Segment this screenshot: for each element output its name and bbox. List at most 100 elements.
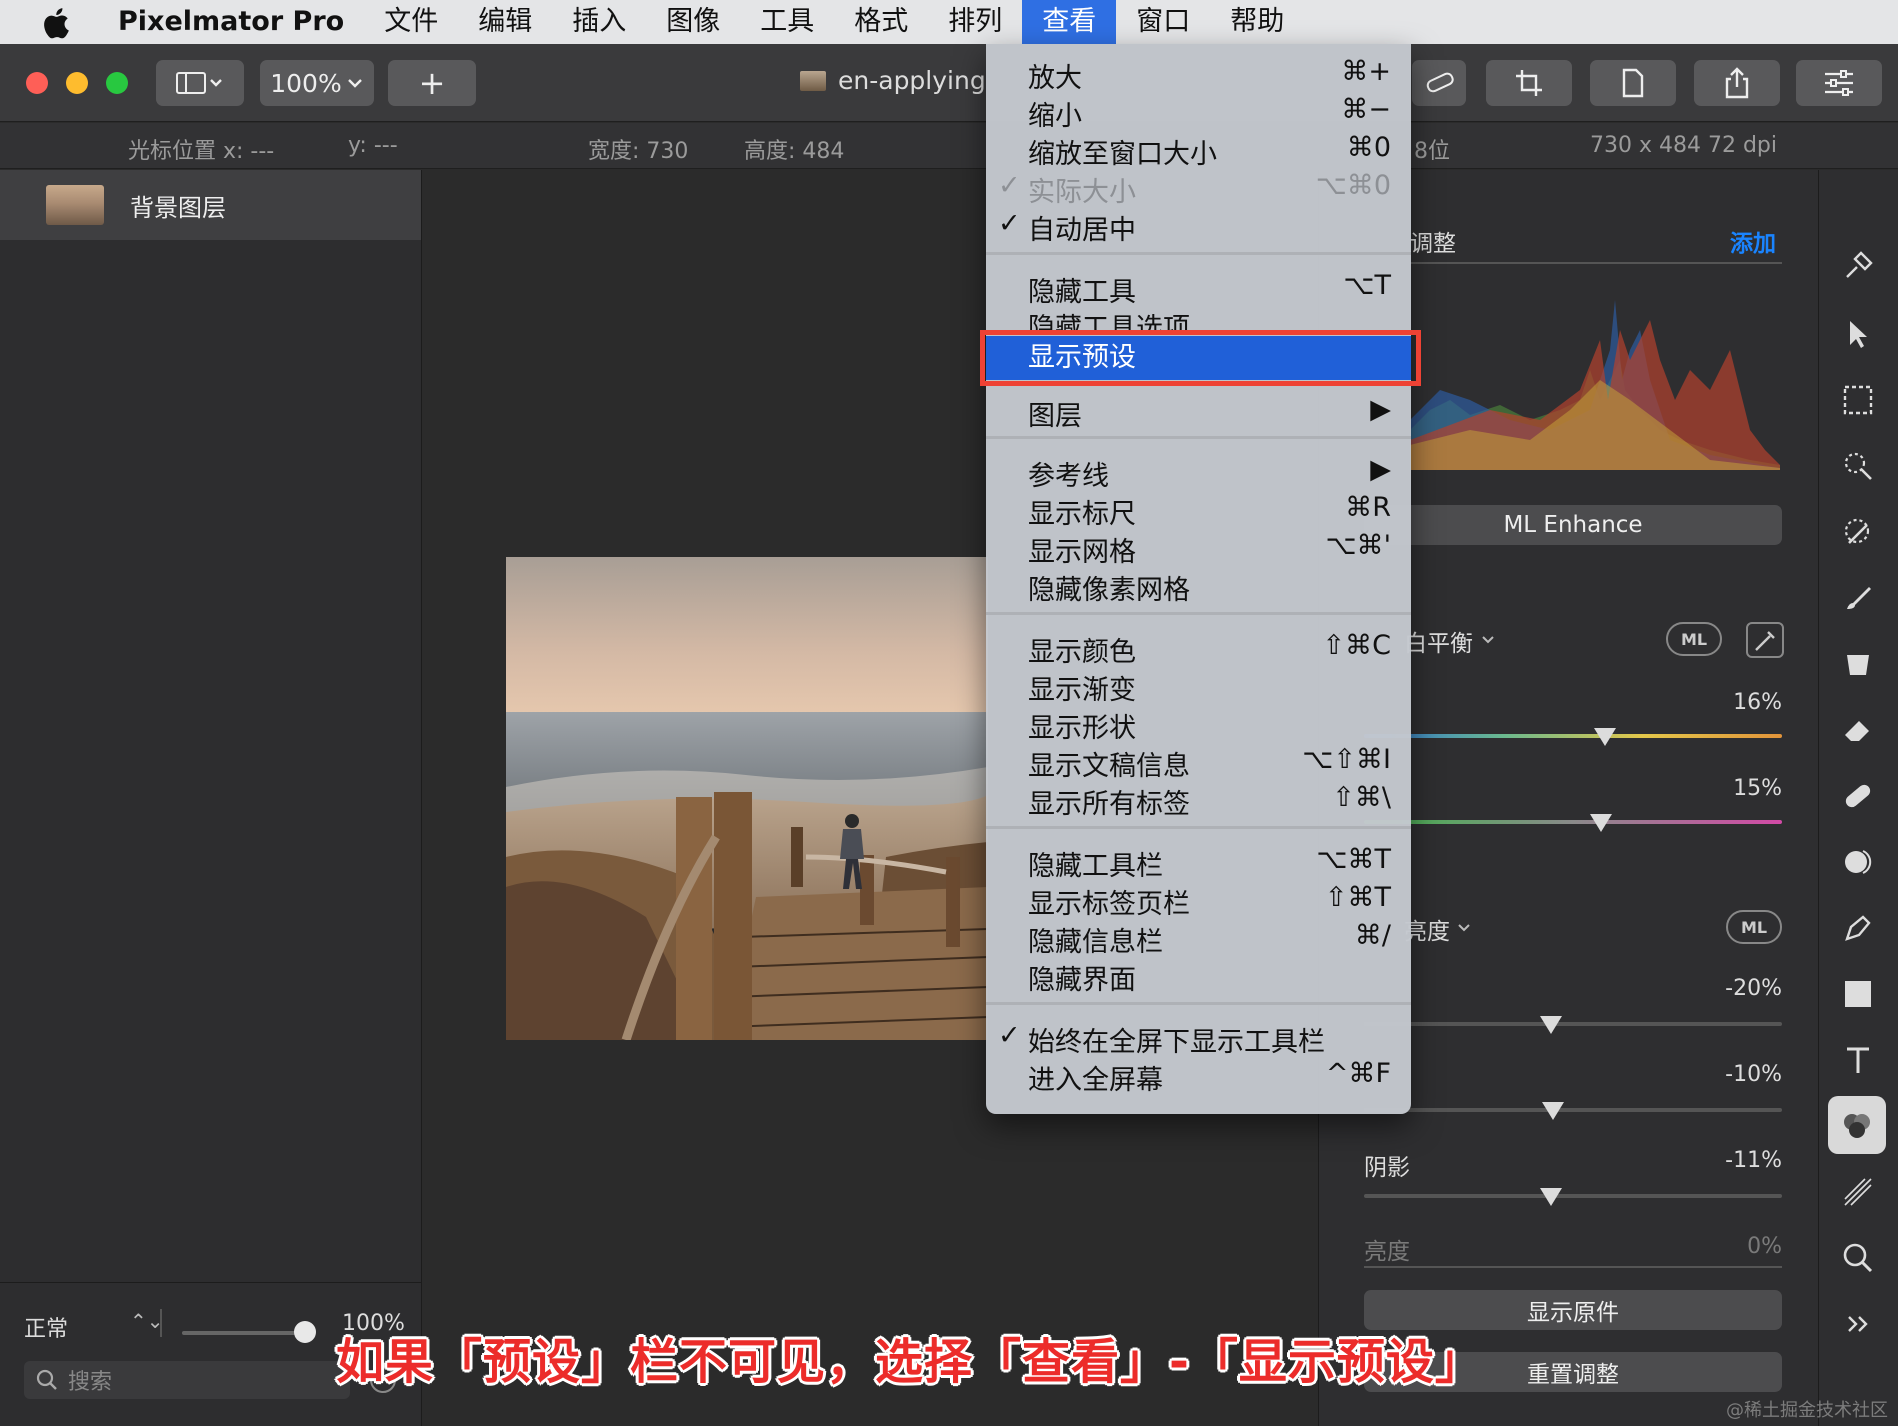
document-icon: [1622, 68, 1644, 98]
menu-item-show-shapes[interactable]: 显示形状: [986, 706, 1411, 744]
temperature-slider-knob[interactable]: [1594, 728, 1616, 746]
highlights-slider-track[interactable]: [1364, 1108, 1782, 1112]
add-button[interactable]: +: [388, 60, 476, 106]
tint-slider-track[interactable]: [1364, 820, 1782, 824]
distort-icon: [1845, 850, 1872, 874]
menu-item-enter-full-screen[interactable]: 进入全屏幕 ^⌘F: [986, 1058, 1411, 1096]
zoom-tool[interactable]: [1838, 1238, 1878, 1278]
menu-item-auto-center[interactable]: ✓ 自动居中: [986, 208, 1411, 246]
zoom-level-dropdown[interactable]: 100%: [260, 60, 374, 106]
canvas-image[interactable]: [506, 557, 988, 1040]
menu-window[interactable]: 窗口: [1116, 0, 1210, 44]
tool-options-button[interactable]: [1796, 60, 1882, 106]
shadows-label: 阴影: [1364, 1155, 1410, 1181]
style-tool[interactable]: [1838, 246, 1878, 286]
minimize-window-button[interactable]: [66, 72, 88, 94]
layer-row[interactable]: 背景图层: [0, 170, 421, 240]
menu-item-hide-tools[interactable]: 隐藏工具 ⌥T: [986, 270, 1411, 308]
paint-tool[interactable]: [1838, 578, 1878, 618]
opacity-slider-knob[interactable]: [294, 1321, 316, 1343]
shape-tool[interactable]: [1838, 974, 1878, 1014]
menu-item-hide-info-bar[interactable]: 隐藏信息栏 ⌘/: [986, 920, 1411, 958]
menu-item-show-all-tabs[interactable]: 显示所有标签 ⇧⌘\: [986, 782, 1411, 820]
highlights-slider-knob[interactable]: [1542, 1102, 1564, 1120]
white-balance-ml-button[interactable]: ML: [1666, 622, 1722, 656]
eraser-icon: [1845, 721, 1869, 741]
menu-image[interactable]: 图像: [646, 0, 740, 44]
beach-photo: [506, 557, 988, 1040]
share-button[interactable]: [1694, 60, 1780, 106]
quick-selection-tool[interactable]: [1838, 446, 1878, 486]
white-balance-label[interactable]: 白平衡: [1404, 624, 1473, 658]
shadows-slider-track[interactable]: [1364, 1194, 1782, 1198]
tint-slider-knob[interactable]: [1590, 814, 1612, 832]
color-adjust-brush-tool[interactable]: [1838, 512, 1878, 552]
fill-tool[interactable]: [1838, 644, 1878, 684]
crop-button[interactable]: [1486, 60, 1572, 106]
menu-edit[interactable]: 编辑: [458, 0, 552, 44]
light-ml-button[interactable]: ML: [1726, 910, 1782, 944]
divider: [1410, 262, 1782, 264]
exposure-slider-track[interactable]: [1364, 1022, 1782, 1026]
menu-item-hide-toolbar[interactable]: 隐藏工具栏 ⌥⌘T: [986, 844, 1411, 882]
pen-tool[interactable]: [1838, 908, 1878, 948]
menu-file[interactable]: 文件: [364, 0, 458, 44]
chevron-down-icon: [1458, 924, 1470, 932]
selection-tool[interactable]: [1838, 380, 1878, 420]
menu-insert[interactable]: 插入: [552, 0, 646, 44]
temperature-slider-track[interactable]: [1364, 734, 1782, 738]
menu-item-zoom-in[interactable]: 放大 ⌘+: [986, 56, 1411, 94]
menu-item-label: 显示颜色: [1028, 637, 1136, 668]
menu-item-shortcut: ⌥⇧⌘I: [1302, 744, 1391, 775]
menu-view[interactable]: 查看: [1022, 0, 1117, 44]
effects-tool[interactable]: [1838, 1172, 1878, 1212]
menu-format[interactable]: 格式: [834, 0, 928, 44]
layer-search-field[interactable]: 搜索: [24, 1361, 350, 1399]
arrange-tool[interactable]: [1838, 314, 1878, 354]
close-window-button[interactable]: [26, 72, 48, 94]
menu-arrange[interactable]: 排列: [928, 0, 1022, 44]
opacity-slider-track[interactable]: [182, 1331, 310, 1335]
retouch-button[interactable]: [1412, 60, 1466, 106]
temperature-value: 16%: [1733, 690, 1782, 715]
add-adjustment-link[interactable]: 添加: [1730, 224, 1776, 258]
ml-enhance-button[interactable]: ML Enhance: [1364, 505, 1782, 545]
more-tools-button[interactable]: [1838, 1304, 1878, 1344]
menu-item-show-rulers[interactable]: 显示标尺 ⌘R: [986, 492, 1411, 530]
magnifier-icon: [1843, 1243, 1873, 1273]
blend-mode-select[interactable]: 正常: [24, 1311, 68, 1343]
menu-item-layers[interactable]: 图层 ▶: [986, 394, 1411, 432]
eraser-tool[interactable]: [1838, 710, 1878, 750]
menu-item-show-grid[interactable]: 显示网格 ⌥⌘': [986, 530, 1411, 568]
repair-tool[interactable]: [1838, 776, 1878, 816]
menu-item-show-tab-bar[interactable]: 显示标签页栏 ⇧⌘T: [986, 882, 1411, 920]
type-tool[interactable]: [1838, 1040, 1878, 1080]
color-adjustments-tool[interactable]: [1828, 1096, 1886, 1154]
menu-tools[interactable]: 工具: [740, 0, 834, 44]
menu-item-hide-interface[interactable]: 隐藏界面: [986, 958, 1411, 996]
menu-item-label: 显示形状: [1028, 713, 1136, 744]
sidebar-icon: [176, 72, 222, 94]
zoom-window-button[interactable]: [106, 72, 128, 94]
menu-item-always-show-toolbar-fullscreen[interactable]: ✓ 始终在全屏下显示工具栏: [986, 1020, 1411, 1058]
menu-help[interactable]: 帮助: [1210, 0, 1304, 44]
eyedropper-button[interactable]: [1746, 622, 1784, 658]
menu-item-label: 缩放至窗口大小: [1028, 139, 1217, 170]
apple-icon[interactable]: [40, 6, 70, 39]
menu-item-show-gradients[interactable]: 显示渐变: [986, 668, 1411, 706]
menu-item-zoom-out[interactable]: 缩小 ⌘−: [986, 94, 1411, 132]
distort-tool[interactable]: [1838, 842, 1878, 882]
bandage-icon: [1845, 784, 1871, 808]
exposure-slider-knob[interactable]: [1540, 1016, 1562, 1034]
up-down-chevron-icon[interactable]: ⌃⌄: [130, 1309, 164, 1333]
menu-item-zoom-to-fit[interactable]: 缩放至窗口大小 ⌘0: [986, 132, 1411, 170]
menu-item-show-colors[interactable]: 显示颜色 ⇧⌘C: [986, 630, 1411, 668]
brightness-value: 0%: [1747, 1234, 1782, 1259]
sidebar-toggle-button[interactable]: [156, 60, 244, 106]
menu-item-guides[interactable]: 参考线 ▶: [986, 454, 1411, 492]
format-button[interactable]: [1590, 60, 1676, 106]
menu-app-name[interactable]: Pixelmator Pro: [108, 0, 364, 44]
menu-item-hide-pixel-grid[interactable]: 隐藏像素网格: [986, 568, 1411, 606]
shadows-slider-knob[interactable]: [1540, 1188, 1562, 1206]
menu-item-show-document-info[interactable]: 显示文稿信息 ⌥⇧⌘I: [986, 744, 1411, 782]
